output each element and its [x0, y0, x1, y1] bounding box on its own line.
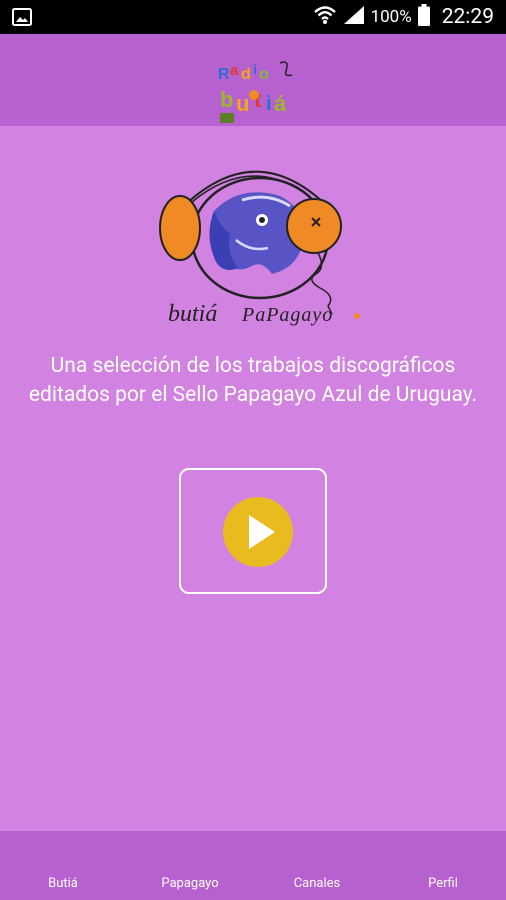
butia-papagayo-logo: butiá PaPagayo [150, 156, 370, 332]
gallery-notification-icon [12, 8, 32, 30]
svg-text:PaPagayo: PaPagayo [241, 304, 333, 326]
svg-text:a: a [230, 62, 239, 79]
battery-percent: 100% [370, 7, 412, 27]
nav-item-canales[interactable]: Canales [294, 876, 341, 891]
signal-icon [343, 5, 365, 30]
nav-item-papagayo[interactable]: Papagayo [161, 876, 218, 891]
clock: 22:29 [441, 5, 494, 29]
bottom-navigation: Butiá Papagayo Canales Perfil [0, 831, 506, 900]
play-card[interactable] [179, 468, 327, 594]
svg-text:i: i [253, 61, 257, 77]
svg-text:R: R [218, 66, 230, 83]
radio-butia-logo: R a d i o b u t i á [214, 55, 300, 125]
svg-text:butiá: butiá [168, 301, 217, 327]
svg-text:á: á [274, 91, 287, 116]
nav-item-butia[interactable]: Butiá [48, 876, 78, 891]
svg-text:i: i [266, 93, 272, 115]
svg-text:b: b [220, 87, 233, 112]
status-bar: 100% 22:29 [0, 0, 506, 34]
play-icon [249, 515, 275, 549]
svg-text:o: o [259, 66, 269, 83]
nav-item-perfil[interactable]: Perfil [428, 876, 458, 891]
battery-icon [417, 3, 430, 31]
play-button[interactable] [223, 497, 293, 567]
wifi-icon [313, 5, 337, 30]
svg-text:d: d [241, 66, 251, 83]
description-text: Una selección de los trabajos discográfi… [28, 354, 478, 407]
svg-text:u: u [236, 91, 249, 116]
